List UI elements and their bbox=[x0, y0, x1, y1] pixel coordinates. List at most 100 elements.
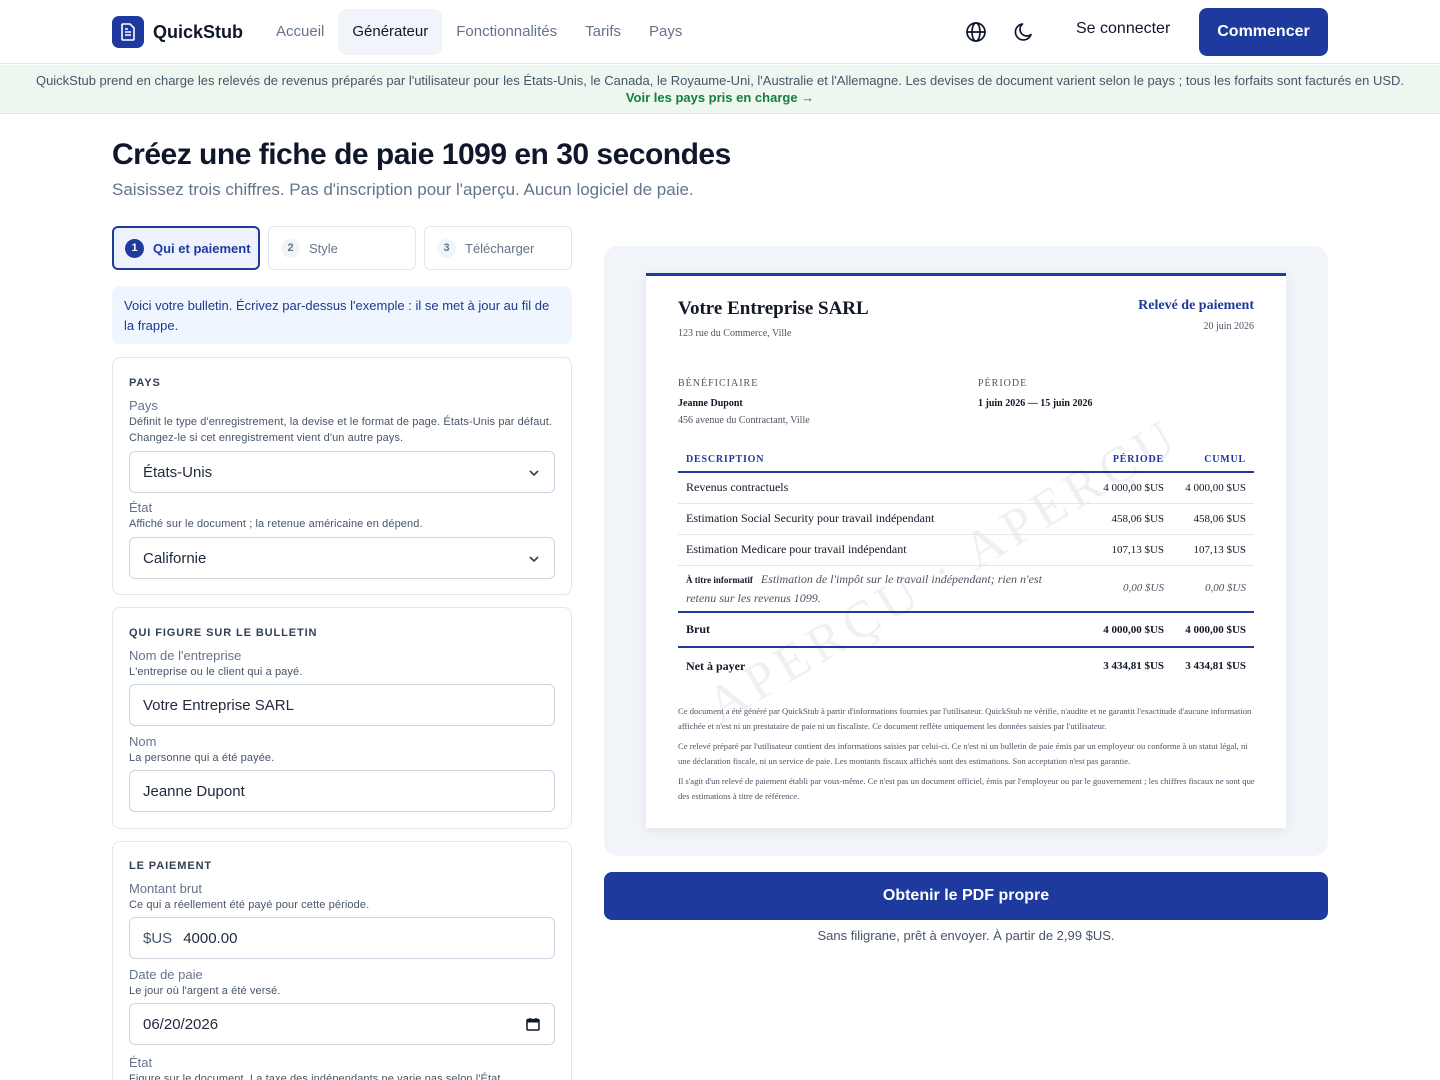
top-nav: QuickStub Accueil Générateur Fonctionnal… bbox=[0, 0, 1440, 64]
row-ytd: 458,06 $US bbox=[1172, 503, 1254, 535]
net-ytd: 3 434,81 $US bbox=[1185, 660, 1246, 672]
gross-help: Ce qui a réellement été payé pour cette … bbox=[129, 899, 370, 911]
doc-title: Relevé de paiement bbox=[1138, 298, 1254, 313]
table-header-row: DESCRIPTION PÉRIODE CUMUL bbox=[678, 448, 1254, 473]
nav-link-generateur[interactable]: Générateur bbox=[338, 9, 443, 55]
brand-name: QuickStub bbox=[153, 21, 244, 42]
step-number: 3 bbox=[437, 238, 456, 258]
country-select[interactable]: États-Unis bbox=[129, 451, 555, 493]
state-value: Californie bbox=[143, 549, 207, 567]
row-period: 458,06 $US bbox=[1082, 503, 1172, 535]
globe-icon[interactable] bbox=[964, 20, 988, 44]
name-help: La personne qui a été payée. bbox=[129, 752, 275, 764]
period-caption: PÉRIODE bbox=[978, 378, 1028, 389]
doc-company-address: 123 rue du Commerce, Ville bbox=[678, 328, 792, 339]
payment-card: LE PAIEMENT Montant brut Ce qui a réelle… bbox=[112, 841, 572, 1080]
pay-date-label: Date de paie bbox=[129, 967, 203, 982]
supported-countries-link[interactable]: Voir les pays pris en charge → bbox=[0, 90, 1440, 105]
nav-link-tarifs[interactable]: Tarifs bbox=[571, 9, 635, 55]
payment-state-help: Figure sur le document. La taxe des indé… bbox=[129, 1073, 504, 1080]
country-card: PAYS Pays Définit le type d'enregistreme… bbox=[112, 357, 572, 595]
row-period: 0,00 $US bbox=[1082, 565, 1172, 613]
company-value: Votre Entreprise SARL bbox=[143, 696, 294, 714]
name-value: Jeanne Dupont bbox=[143, 782, 245, 800]
pay-date-help: Le jour où l'argent a été versé. bbox=[129, 985, 281, 997]
disclaimer: Il s'agit d'un relevé de paiement établi… bbox=[678, 776, 1255, 801]
row-ytd: 4 000,00 $US bbox=[1172, 472, 1254, 504]
disclaimer: Ce relevé préparé par l'utilisateur cont… bbox=[678, 741, 1248, 766]
preview-panel: APERÇU · APERÇU Votre Entreprise SARL 12… bbox=[604, 246, 1328, 856]
start-button[interactable]: Commencer bbox=[1199, 8, 1328, 56]
gross-ytd: 4 000,00 $US bbox=[1172, 611, 1254, 648]
row-description: Estimation Medicare pour travail indépen… bbox=[678, 534, 1082, 566]
name-label: Nom bbox=[129, 734, 157, 749]
step-tab-who-payment[interactable]: 1 Qui et paiement bbox=[112, 226, 260, 270]
gross-row: Brut 4 000,00 $US 4 000,00 $US bbox=[678, 611, 1254, 648]
name-input[interactable]: Jeanne Dupont bbox=[129, 770, 555, 812]
gross-period: 4 000,00 $US bbox=[1082, 611, 1172, 648]
step-tab-style[interactable]: 2 Style bbox=[268, 226, 416, 270]
country-label: Pays bbox=[129, 398, 158, 413]
brand-logo[interactable]: QuickStub bbox=[112, 16, 243, 48]
table-row: Revenus contractuels 4 000,00 $US 4 000,… bbox=[678, 472, 1254, 504]
payee-caption: BÉNÉFICIAIRE bbox=[678, 378, 759, 389]
section-title: LE PAIEMENT bbox=[129, 860, 213, 872]
step-tab-download[interactable]: 3 Télécharger bbox=[424, 226, 572, 270]
step-label: Qui et paiement bbox=[153, 240, 251, 256]
page-title: Créez une fiche de paie 1099 en 30 secon… bbox=[112, 138, 731, 171]
info-message: Voici votre bulletin. Écrivez par-dessus… bbox=[112, 286, 572, 344]
net-row: Net à payer 3 434,81 $US 3 434,81 $US bbox=[678, 647, 1254, 684]
net-label: Net à payer bbox=[686, 658, 746, 673]
row-ytd: 0,00 $US bbox=[1172, 565, 1254, 613]
column-header: CUMUL bbox=[1172, 448, 1254, 473]
table-row: Estimation Medicare pour travail indépen… bbox=[678, 534, 1254, 566]
state-label: État bbox=[129, 500, 153, 515]
row-description: Revenus contractuels bbox=[678, 472, 1082, 504]
table-row-informative: À titre informatif Estimation de l'impôt… bbox=[678, 565, 1254, 613]
nav-link-fonctionnalites[interactable]: Fonctionnalités bbox=[442, 9, 571, 55]
row-period: 107,13 $US bbox=[1082, 534, 1172, 566]
payment-state-label: État bbox=[129, 1055, 153, 1070]
gross-amount-input[interactable]: $US 4000.00 bbox=[129, 917, 555, 959]
step-number: 2 bbox=[281, 238, 300, 258]
section-title: QUI FIGURE SUR LE BULLETIN bbox=[129, 627, 318, 639]
company-help: L'entreprise ou le client qui a payé. bbox=[129, 666, 303, 678]
moon-icon[interactable] bbox=[1012, 20, 1036, 44]
gross-value: 4000.00 bbox=[183, 929, 238, 947]
pay-date-value: 06/20/2026 bbox=[143, 1015, 219, 1033]
nav-link-accueil[interactable]: Accueil bbox=[262, 9, 338, 55]
login-link[interactable]: Se connecter bbox=[1076, 20, 1170, 38]
informative-tag: À titre informatif bbox=[686, 574, 753, 585]
country-help: Définit le type d'enregistrement, la dev… bbox=[129, 416, 553, 444]
section-title: PAYS bbox=[129, 377, 161, 389]
row-period: 4 000,00 $US bbox=[1082, 472, 1172, 504]
country-banner: QuickStub prend en charge les relevés de… bbox=[0, 65, 1440, 114]
disclaimer: Ce document a été généré par QuickStub à… bbox=[678, 706, 1252, 731]
column-header: DESCRIPTION bbox=[678, 448, 1082, 473]
table-row: Estimation Social Security pour travail … bbox=[678, 503, 1254, 535]
company-label: Nom de l'entreprise bbox=[129, 648, 242, 663]
payee-name: Jeanne Dupont bbox=[678, 398, 743, 409]
nav-link-pays[interactable]: Pays bbox=[635, 9, 696, 55]
gross-label: Montant brut bbox=[129, 881, 202, 896]
banner-text: QuickStub prend en charge les relevés de… bbox=[35, 73, 1405, 88]
page-subtitle: Saisissez trois chiffres. Pas d'inscript… bbox=[112, 180, 694, 199]
step-number: 1 bbox=[125, 238, 144, 258]
calendar-icon[interactable] bbox=[526, 1017, 540, 1035]
pdf-note: Sans filigrane, prêt à envoyer. À partir… bbox=[817, 928, 1115, 943]
get-clean-pdf-button[interactable]: Obtenir le PDF propre bbox=[604, 872, 1328, 920]
chevron-down-icon bbox=[528, 466, 540, 483]
country-value: États-Unis bbox=[143, 463, 213, 481]
row-ytd: 107,13 $US bbox=[1172, 534, 1254, 566]
currency-prefix: $US bbox=[143, 929, 173, 947]
pay-date-input[interactable]: 06/20/2026 bbox=[129, 1003, 555, 1045]
who-card: QUI FIGURE SUR LE BULLETIN Nom de l'entr… bbox=[112, 607, 572, 829]
gross-label: Brut bbox=[678, 611, 1082, 648]
net-period: 3 434,81 $US bbox=[1103, 660, 1164, 672]
step-label: Style bbox=[309, 240, 338, 256]
company-input[interactable]: Votre Entreprise SARL bbox=[129, 684, 555, 726]
state-select[interactable]: Californie bbox=[129, 537, 555, 579]
state-help: Affiché sur le document ; la retenue amé… bbox=[129, 518, 423, 530]
chevron-down-icon bbox=[528, 552, 540, 569]
doc-company: Votre Entreprise SARL bbox=[678, 298, 869, 319]
